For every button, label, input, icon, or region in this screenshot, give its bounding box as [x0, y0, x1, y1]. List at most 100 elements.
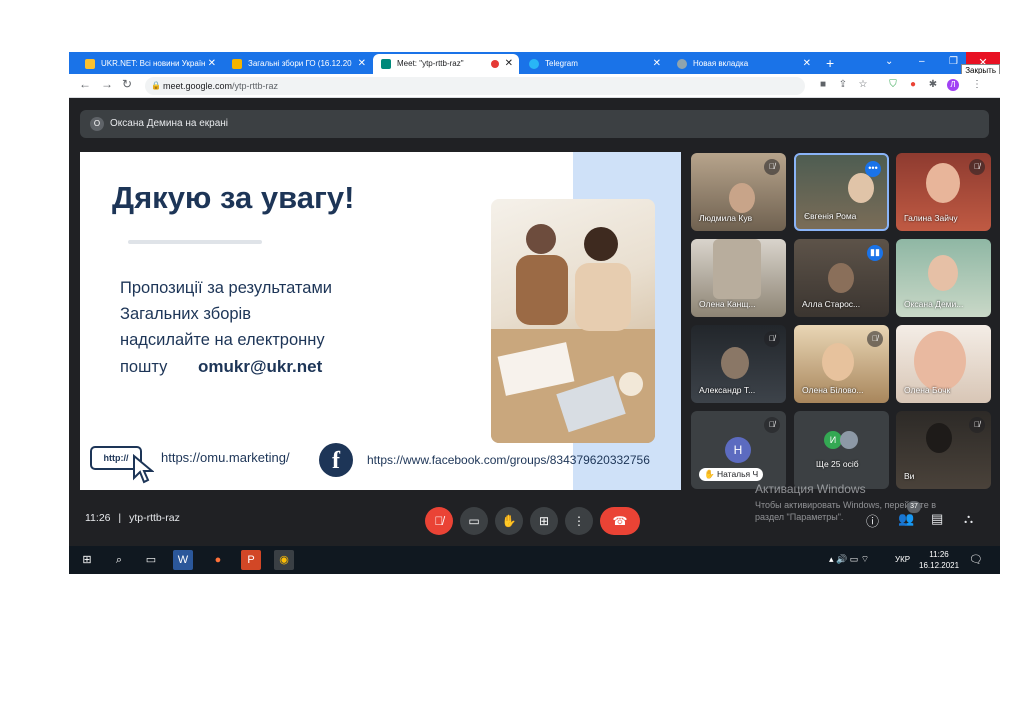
separator: | [118, 512, 122, 524]
opera-icon[interactable]: ● [907, 79, 919, 91]
slide-title: Дякую за увагу! [112, 180, 355, 215]
tab-general-meeting[interactable]: Загальні збори ГО (16.12.20 ✕ [224, 54, 372, 74]
participant-tile[interactable]: Олена Канщ... [691, 239, 786, 317]
new-tab-icon [677, 59, 687, 69]
url-input[interactable]: 🔒 meet.google.com/ytp-rttb-raz [145, 77, 805, 95]
camera-icon[interactable]: ■ [817, 79, 829, 91]
facebook-link: https://www.facebook.com/groups/83437962… [367, 453, 650, 467]
windows-start-icon[interactable]: ⊞ [77, 550, 97, 570]
participant-tile[interactable]: 🎙̸ Галина Зайчу [896, 153, 991, 231]
participant-video [822, 343, 854, 381]
url-path: /ytp-rttb-raz [232, 81, 279, 91]
participant-tile[interactable]: Н 🎙̸ ✋ Наталья Ч [691, 411, 786, 489]
mic-toggle-button[interactable]: 🎙̸ [425, 507, 453, 535]
participant-tile[interactable]: 🎙̸ Людмила Кув [691, 153, 786, 231]
raise-hand-button[interactable]: ✋ [495, 507, 523, 535]
tab-label: Загальні збори ГО (16.12.20 [248, 59, 352, 68]
tab-telegram[interactable]: Telegram ✕ [521, 54, 667, 74]
shield-icon[interactable]: ⛉ [887, 79, 899, 91]
search-icon[interactable]: ⌕ [109, 550, 129, 570]
speaking-icon: ▮▮ [867, 245, 883, 261]
close-icon[interactable]: ✕ [505, 54, 513, 74]
participant-name: Оксана Деми... [904, 299, 964, 309]
participant-tile[interactable]: 🎙̸ Олена Білово... [794, 325, 889, 403]
present-button[interactable]: ⊞ [530, 507, 558, 535]
tab-label: Telegram [545, 59, 578, 68]
keyboard-language[interactable]: УКР [895, 555, 910, 564]
people-count-badge: 37 [907, 501, 921, 513]
close-icon[interactable]: ✕ [653, 54, 661, 74]
firefox-icon[interactable]: ● [208, 550, 228, 570]
slide-text-line: пошту [120, 358, 168, 376]
new-tab-button[interactable]: + [826, 54, 834, 72]
office-team-photo [491, 199, 655, 443]
participant-tile[interactable]: Оксана Деми... [896, 239, 991, 317]
chat-icon[interactable]: ▤ [931, 511, 943, 527]
notifications-icon[interactable]: 🗨 [969, 553, 983, 566]
participant-video [926, 163, 960, 203]
telegram-icon [529, 59, 539, 69]
meet-icon [381, 59, 391, 69]
minimize-icon[interactable]: – [919, 54, 925, 70]
recording-icon [491, 60, 499, 68]
participant-tile[interactable]: 🎙̸ Александр Т... [691, 325, 786, 403]
menu-icon[interactable]: ⋮ [971, 79, 983, 91]
participant-video [926, 423, 952, 453]
tab-meet[interactable]: Meet: "ytp-rttb-raz" ✕ [373, 54, 519, 74]
meeting-info: 11:26 | ytp-rttb-raz [85, 512, 180, 524]
participant-video [848, 173, 874, 203]
task-view-icon[interactable]: ▭ [141, 550, 161, 570]
tab-ukrnet[interactable]: UKR.NET: Всі новини Україн ✕ [77, 54, 222, 74]
participant-name-chip: ✋ Наталья Ч [699, 468, 764, 481]
presenter-avatar: О [90, 117, 104, 131]
leave-call-button[interactable]: ☎ [600, 507, 640, 535]
participant-tile[interactable]: ••• Євгенія Рома [794, 153, 889, 231]
participant-video [713, 239, 761, 299]
word-icon[interactable]: W [173, 550, 193, 570]
extensions-icon[interactable]: ✱ [927, 79, 939, 91]
participant-name: Євгенія Рома [804, 211, 857, 221]
more-participants-tile[interactable]: И Ще 25 осіб [794, 411, 889, 489]
share-icon[interactable]: ⇪ [837, 79, 849, 91]
powerpoint-icon[interactable]: P [241, 550, 261, 570]
reload-icon[interactable]: ↻ [122, 77, 132, 91]
participant-name: Олена Бочк [904, 385, 951, 395]
close-icon[interactable]: ✕ [208, 54, 216, 74]
presenter-text: Оксана Демина на екрані [110, 118, 229, 129]
mic-off-icon: 🎙̸ [867, 331, 883, 347]
mic-off-icon: 🎙̸ [764, 331, 780, 347]
mic-off-icon: 🎙̸ [764, 417, 780, 433]
browser-tab-bar: UKR.NET: Всі новини Україн ✕ Загальні зб… [69, 52, 1000, 74]
activation-title: Активация Windows [755, 482, 866, 496]
more-options-icon[interactable]: ••• [865, 161, 881, 177]
people-icon[interactable]: 👥 [898, 511, 914, 527]
maximize-icon[interactable]: ❐ [949, 54, 958, 70]
activities-icon[interactable]: ⛬ [964, 511, 973, 527]
system-clock[interactable]: 11:26 16.12.2021 [919, 549, 959, 571]
lock-icon: 🔒 [151, 81, 161, 90]
bookmark-star-icon[interactable]: ☆ [857, 79, 869, 91]
tab-search-icon[interactable]: ⌄ [885, 54, 893, 70]
participant-tile[interactable]: Олена Бочк [896, 325, 991, 403]
participant-name: Ви [904, 471, 915, 481]
system-tray-icons[interactable]: ▴ 🔊 ▭ ⌔ [829, 554, 869, 565]
slide-text-line: Загальних зборів [120, 305, 251, 323]
website-link: https://omu.marketing/ [161, 450, 290, 465]
forward-icon[interactable]: → [101, 77, 113, 91]
profile-avatar[interactable]: Л [947, 79, 959, 91]
participant-avatar: Н [725, 437, 751, 463]
info-icon[interactable]: ⓘ [866, 511, 879, 530]
participant-tile[interactable]: ▮▮ Алла Старос... [794, 239, 889, 317]
self-view-tile[interactable]: 🎙̸ Ви [896, 411, 991, 489]
camera-toggle-button[interactable]: ▭ [460, 507, 488, 535]
participant-name: Людмила Кув [699, 213, 753, 223]
mic-off-icon: 🎙̸ [764, 159, 780, 175]
close-icon[interactable]: ✕ [803, 54, 811, 74]
more-options-button[interactable]: ⋮ [565, 507, 593, 535]
tab-label: Новая вкладка [693, 59, 749, 68]
close-icon[interactable]: ✕ [358, 54, 366, 74]
participant-video [828, 263, 854, 293]
tab-new[interactable]: Новая вкладка ✕ [669, 54, 817, 74]
chrome-icon[interactable]: ◉ [274, 550, 294, 570]
back-icon[interactable]: ← [79, 77, 91, 91]
